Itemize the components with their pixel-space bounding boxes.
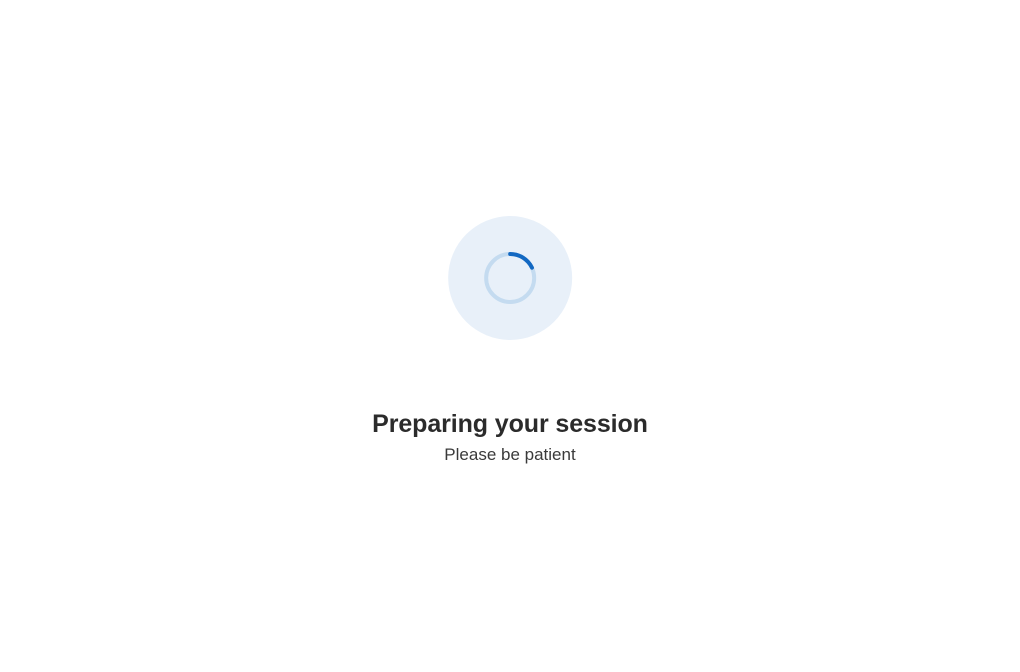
loading-title: Preparing your session xyxy=(372,410,648,439)
loading-panel: Preparing your session Please be patient xyxy=(372,216,648,465)
loading-spinner-icon xyxy=(482,250,538,306)
loading-text-block: Preparing your session Please be patient xyxy=(372,410,648,465)
spinner-background xyxy=(448,216,572,340)
loading-subtitle: Please be patient xyxy=(372,445,648,465)
